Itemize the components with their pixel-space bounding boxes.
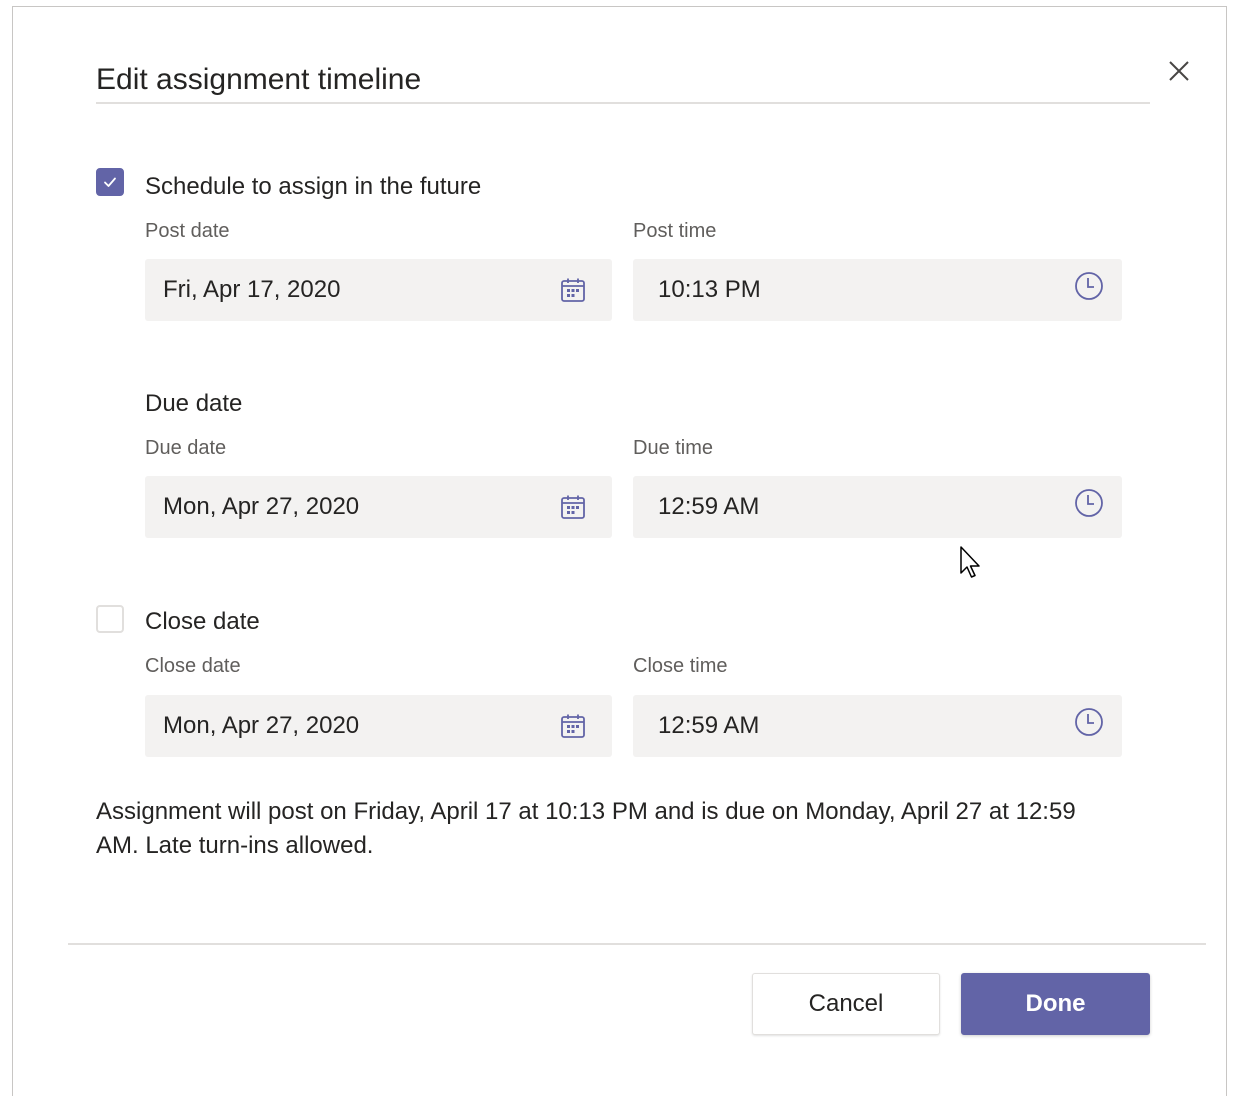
post-date-value: Fri, Apr 17, 2020 <box>163 276 341 303</box>
done-button[interactable]: Done <box>961 973 1150 1035</box>
due-time-value: 12:59 AM <box>658 493 760 520</box>
close-date-checkbox[interactable] <box>96 605 124 633</box>
close-date-section-label[interactable]: Close date <box>145 607 260 637</box>
close-date-field[interactable]: Mon, Apr 27, 2020 <box>145 695 612 757</box>
calendar-icon[interactable] <box>560 713 586 739</box>
close-time-label: Close time <box>633 655 728 677</box>
post-date-field[interactable]: Fri, Apr 17, 2020 <box>145 259 612 321</box>
due-date-field[interactable]: Mon, Apr 27, 2020 <box>145 476 612 538</box>
mouse-pointer-icon <box>958 545 984 586</box>
schedule-label[interactable]: Schedule to assign in the future <box>145 172 481 202</box>
edit-timeline-dialog <box>12 6 1227 1096</box>
clock-icon[interactable] <box>1074 707 1104 737</box>
cancel-button[interactable]: Cancel <box>752 973 940 1035</box>
clock-icon[interactable] <box>1074 488 1104 518</box>
close-date-label: Close date <box>145 655 241 677</box>
close-button[interactable] <box>1164 56 1194 86</box>
checkmark-icon <box>104 177 116 187</box>
dialog-title: Edit assignment timeline <box>96 63 422 96</box>
post-time-field[interactable]: 10:13 PM <box>633 259 1122 321</box>
post-date-label: Post date <box>145 220 230 242</box>
close-time-field[interactable]: 12:59 AM <box>633 695 1122 757</box>
timeline-summary: Assignment will post on Friday, April 17… <box>96 798 1076 859</box>
calendar-icon[interactable] <box>560 494 586 520</box>
close-date-value: Mon, Apr 27, 2020 <box>163 712 360 739</box>
due-time-label: Due time <box>633 437 714 459</box>
post-time-value: 10:13 PM <box>658 276 761 303</box>
clock-icon[interactable] <box>1074 271 1104 301</box>
due-time-field[interactable]: 12:59 AM <box>633 476 1122 538</box>
footer-divider <box>68 943 1206 945</box>
close-icon <box>1169 61 1189 81</box>
due-date-value: Mon, Apr 27, 2020 <box>163 493 360 520</box>
due-section-label: Due date <box>145 390 243 417</box>
close-time-value: 12:59 AM <box>658 712 760 739</box>
calendar-icon[interactable] <box>560 277 586 303</box>
schedule-checkbox[interactable] <box>96 168 124 196</box>
title-divider <box>96 102 1150 104</box>
due-date-label: Due date <box>145 437 227 459</box>
post-time-label: Post time <box>633 220 717 242</box>
